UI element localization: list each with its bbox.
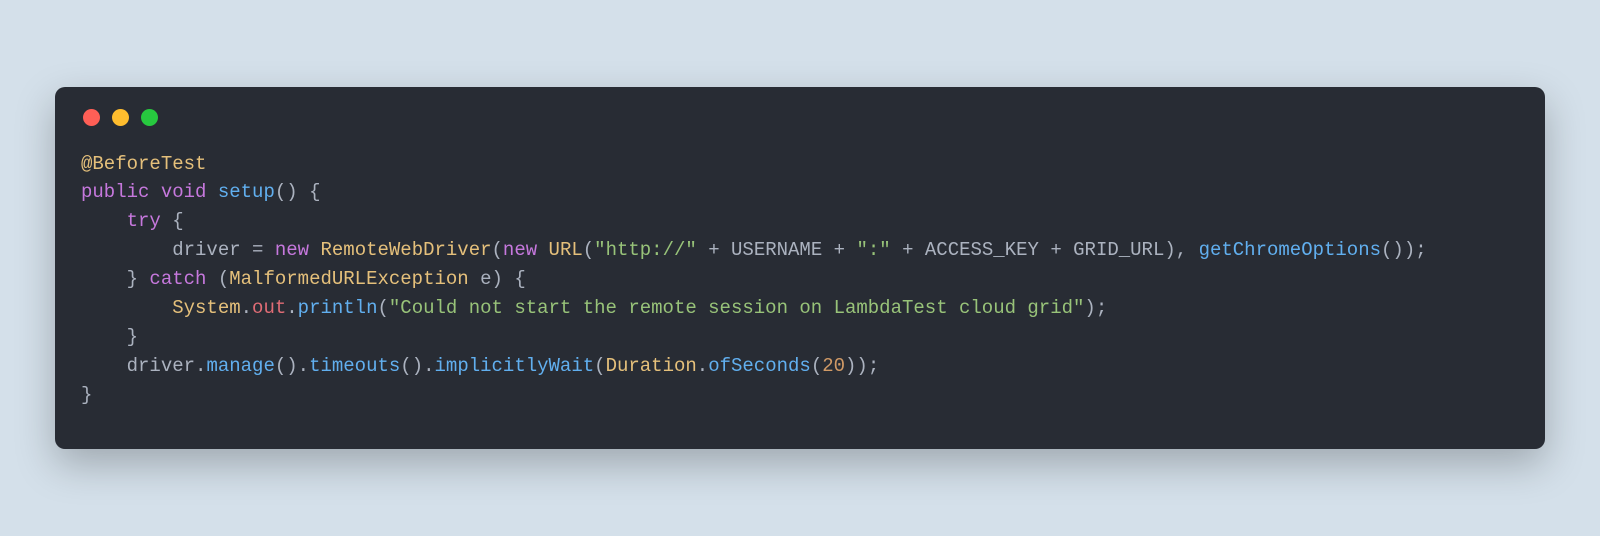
maximize-icon[interactable] <box>141 109 158 126</box>
const-username: USERNAME <box>731 239 822 261</box>
code-block: @BeforeTest public void setup() { try { … <box>81 150 1519 410</box>
string-colon: ":" <box>856 239 890 261</box>
method-implicitlywait: implicitlyWait <box>435 355 595 377</box>
var-driver: driver <box>127 355 195 377</box>
method-setup: setup <box>218 181 275 203</box>
code-editor-window: @BeforeTest public void setup() { try { … <box>55 87 1545 450</box>
keyword-public: public <box>81 181 149 203</box>
var-driver: driver <box>172 239 240 261</box>
class-malformedurlexception: MalformedURLException <box>229 268 468 290</box>
keyword-void: void <box>161 181 207 203</box>
method-ofseconds: ofSeconds <box>708 355 811 377</box>
const-gridurl: GRID_URL <box>1073 239 1164 261</box>
method-manage: manage <box>206 355 274 377</box>
class-remotewebdriver: RemoteWebDriver <box>320 239 491 261</box>
minimize-icon[interactable] <box>112 109 129 126</box>
method-timeouts: timeouts <box>309 355 400 377</box>
class-duration: Duration <box>606 355 697 377</box>
keyword-new: new <box>275 239 309 261</box>
prop-out: out <box>252 297 286 319</box>
var-e: e <box>480 268 491 290</box>
const-accesskey: ACCESS_KEY <box>925 239 1039 261</box>
keyword-catch: catch <box>149 268 206 290</box>
keyword-new: new <box>503 239 537 261</box>
annotation: @BeforeTest <box>81 153 206 175</box>
string-error-msg: "Could not start the remote session on L… <box>389 297 1085 319</box>
string-http: "http://" <box>594 239 697 261</box>
method-println: println <box>298 297 378 319</box>
close-icon[interactable] <box>83 109 100 126</box>
keyword-try: try <box>127 210 161 232</box>
class-system: System <box>172 297 240 319</box>
method-getchromeoptions: getChromeOptions <box>1199 239 1381 261</box>
number-20: 20 <box>822 355 845 377</box>
class-url: URL <box>549 239 583 261</box>
window-controls <box>83 109 1519 126</box>
